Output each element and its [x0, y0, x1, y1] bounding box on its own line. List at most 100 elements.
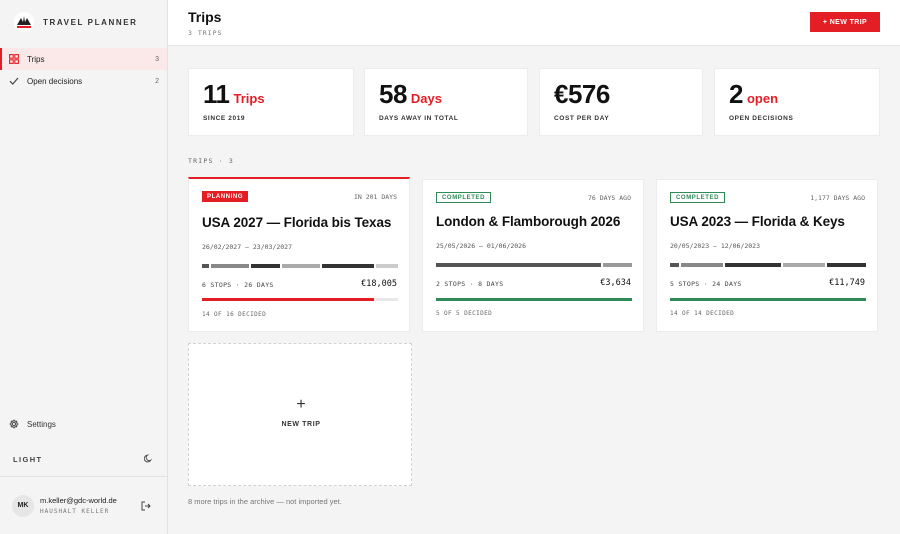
archive-note: 8 more trips in the archive — not import… [188, 497, 342, 506]
status-badge: COMPLETED [670, 192, 726, 203]
progress-fill [436, 298, 632, 301]
trip-cost: €18,005 [361, 279, 397, 289]
trip-decided: 14 OF 14 DECIDED [670, 310, 735, 317]
status-badge: PLANNING [202, 191, 249, 202]
stat-value: 58 Days [379, 79, 442, 110]
stat-value: 11 Trips [203, 79, 265, 110]
moon-icon [143, 454, 153, 463]
sidebar: TRAVEL PLANNER Trips 3 Open decisions 2 [0, 0, 168, 534]
stop-segment [681, 263, 723, 267]
trip-dates: 25/05/2026 – 01/06/2026 [436, 242, 527, 250]
gear-icon [9, 419, 19, 429]
sidebar-item-open-decisions[interactable]: Open decisions 2 [0, 70, 167, 92]
main-content: Trips 3 TRIPS + NEW TRIP 11 Trips SINCE … [168, 0, 900, 534]
stop-segment [321, 264, 374, 268]
progress-fill [670, 298, 866, 301]
trip-when: 76 DAYS AGO [587, 194, 631, 202]
stop-segment [282, 264, 320, 268]
stat-number: 58 [379, 79, 407, 109]
sidebar-nav: Trips 3 Open decisions 2 [0, 48, 167, 92]
user-household: HAUSHALT KELLER [40, 508, 110, 515]
trip-stops: 6 STOPS · 26 DAYS [202, 281, 274, 289]
trip-card-usa-2027[interactable]: PLANNING IN 201 DAYS USA 2027 — Florida … [188, 177, 410, 332]
settings-label: Settings [27, 419, 56, 429]
theme-label: LIGHT [13, 454, 43, 464]
new-trip-button[interactable]: + NEW TRIP [810, 12, 880, 32]
sidebar-item-count: 3 [155, 55, 159, 63]
stat-number: €576 [554, 79, 610, 109]
stop-segment [783, 263, 825, 267]
new-trip-card-label: NEW TRIP [281, 421, 321, 428]
stat-card-open-decisions: 2 open OPEN DECISIONS [714, 68, 880, 136]
stat-label: OPEN DECISIONS [729, 115, 794, 122]
theme-toggle-button[interactable] [143, 450, 153, 468]
stop-segment [436, 263, 601, 267]
stop-segment [375, 264, 398, 268]
decision-progress-bar [670, 298, 866, 301]
trip-title: USA 2027 — Florida bis Texas [202, 215, 392, 230]
stat-unit: open [746, 91, 779, 106]
trip-stops-bar [202, 264, 398, 268]
trip-when: IN 201 DAYS [353, 193, 397, 201]
logout-icon[interactable] [141, 501, 151, 511]
stop-segment [211, 264, 249, 268]
trip-dates: 20/05/2023 – 12/06/2023 [670, 242, 761, 250]
stop-segment [826, 263, 866, 267]
trip-dates: 26/02/2027 – 23/03/2027 [202, 243, 293, 251]
app-name: TRAVEL PLANNER [43, 17, 138, 27]
gdc-logo-icon [14, 12, 34, 32]
stop-segment [250, 264, 281, 268]
status-badge: COMPLETED [436, 192, 492, 203]
check-icon [9, 76, 19, 86]
sidebar-item-label: Open decisions [27, 76, 83, 86]
plus-icon: + [296, 396, 306, 413]
stat-card-trips: 11 Trips SINCE 2019 [188, 68, 354, 136]
stat-unit: Days [410, 91, 442, 106]
section-label: TRIPS · 3 [188, 157, 235, 165]
stop-segment [202, 264, 210, 268]
stop-segment [670, 263, 680, 267]
trip-stops: 5 STOPS · 24 DAYS [670, 280, 742, 288]
trip-cost: €11,749 [829, 278, 865, 288]
trip-decided: 14 OF 16 DECIDED [202, 311, 267, 318]
stat-number: 11 [203, 79, 230, 109]
decision-progress-bar [436, 298, 632, 301]
progress-fill [202, 298, 374, 301]
grid-icon [9, 54, 19, 64]
stat-card-days: 58 Days DAYS AWAY IN TOTAL [364, 68, 528, 136]
trip-title: London & Flamborough 2026 [436, 214, 621, 229]
trip-cost: €3,634 [600, 278, 631, 288]
user-panel: MK m.keller@gdc-world.de HAUSHALT KELLER [0, 476, 167, 534]
page-subtitle: 3 TRIPS [188, 29, 223, 37]
theme-row: LIGHT [13, 450, 153, 468]
brand[interactable]: TRAVEL PLANNER [14, 12, 138, 32]
stat-number: 2 [729, 79, 743, 109]
stat-label: COST PER DAY [554, 115, 610, 122]
trip-card-usa-2023[interactable]: COMPLETED 1,177 DAYS AGO USA 2023 — Flor… [656, 179, 878, 332]
stat-card-cost-per-day: €576 COST PER DAY [539, 68, 703, 136]
stat-value: €576 [554, 79, 614, 110]
user-info: m.keller@gdc-world.de HAUSHALT KELLER [40, 496, 141, 515]
trip-stops: 2 STOPS · 8 DAYS [436, 280, 504, 288]
stop-segment [602, 263, 632, 267]
trip-decided: 5 OF 5 DECIDED [436, 310, 493, 317]
trip-title: USA 2023 — Florida & Keys [670, 214, 845, 229]
sidebar-item-settings[interactable]: Settings [9, 419, 56, 429]
decision-progress-bar [202, 298, 398, 301]
sidebar-item-trips[interactable]: Trips 3 [0, 48, 167, 70]
trip-stops-bar [436, 263, 632, 267]
stat-label: DAYS AWAY IN TOTAL [379, 115, 459, 122]
page-title: Trips [188, 9, 222, 25]
stat-unit: Trips [233, 91, 265, 106]
stop-segment [724, 263, 782, 267]
sidebar-item-label: Trips [27, 54, 45, 64]
trip-stops-bar [670, 263, 866, 267]
new-trip-card[interactable]: + NEW TRIP [188, 343, 412, 486]
stat-label: SINCE 2019 [203, 115, 246, 122]
page-header: Trips 3 TRIPS + NEW TRIP [168, 0, 900, 46]
sidebar-item-count: 2 [155, 77, 159, 85]
trip-card-london-2026[interactable]: COMPLETED 76 DAYS AGO London & Flamborou… [422, 179, 644, 332]
user-email: m.keller@gdc-world.de [40, 496, 117, 505]
avatar[interactable]: MK [12, 494, 34, 517]
trip-when: 1,177 DAYS AGO [810, 194, 865, 202]
